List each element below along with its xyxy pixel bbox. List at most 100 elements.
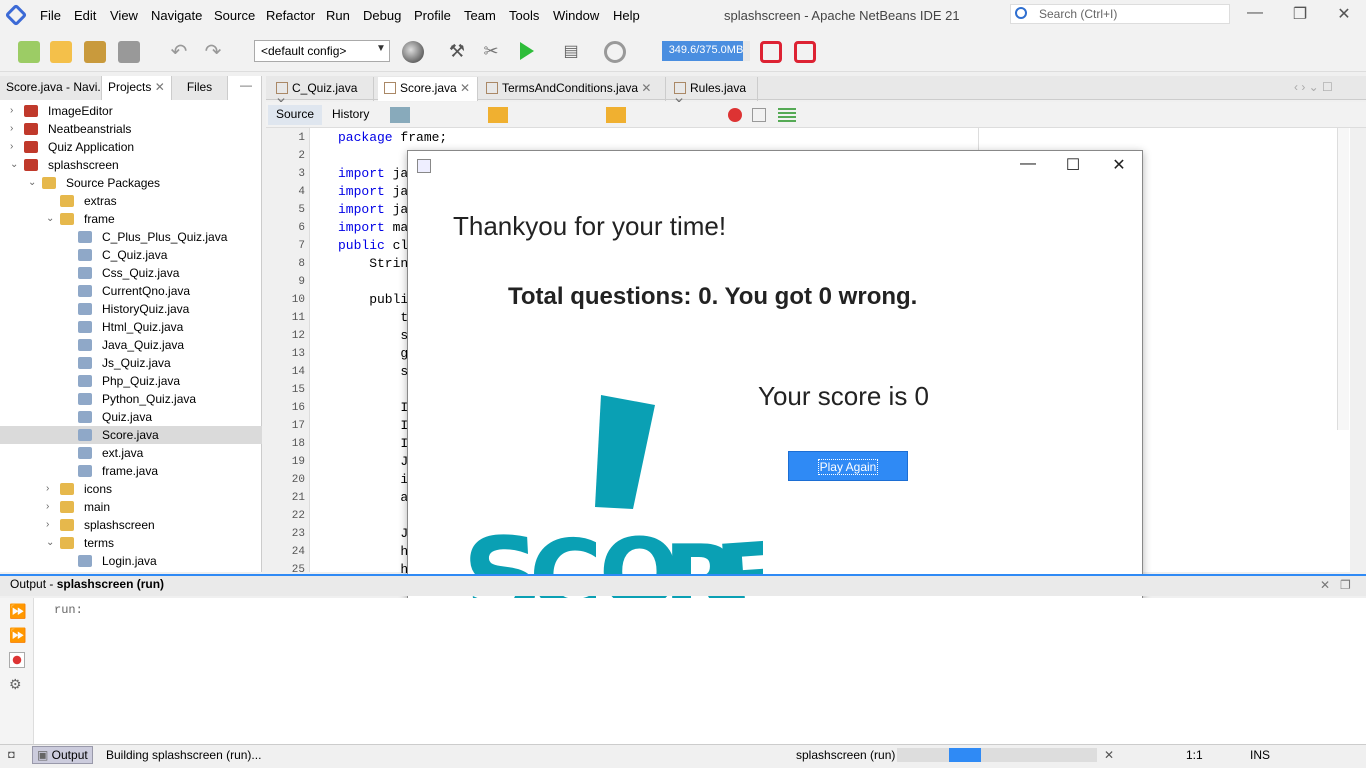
new-file-icon[interactable]: [18, 41, 40, 63]
dialog-minimize-icon[interactable]: —: [1013, 155, 1043, 173]
tree-item[interactable]: › icons: [0, 480, 262, 498]
memory-indicator[interactable]: 349.6/375.0MB: [662, 41, 750, 61]
record-macro-icon[interactable]: [728, 108, 742, 122]
cancel-task-icon[interactable]: ✕: [1104, 748, 1114, 762]
editor-tab-rules-java[interactable]: Rules.java ✕: [668, 77, 758, 109]
rerun-params-icon[interactable]: ⏩: [9, 627, 26, 643]
chevron-down-icon[interactable]: ⌄: [46, 534, 54, 552]
close-tab-icon[interactable]: ✕: [641, 81, 651, 95]
menu-file[interactable]: File: [40, 8, 61, 23]
stop-icon[interactable]: [9, 652, 25, 668]
editor-tab-score-java[interactable]: Score.java ✕: [378, 77, 478, 101]
new-project-icon[interactable]: [50, 41, 72, 63]
tree-item[interactable]: C_Plus_Plus_Quiz.java: [0, 228, 262, 246]
tree-item[interactable]: C_Quiz.java: [0, 246, 262, 264]
close-tab-icon[interactable]: ✕: [460, 81, 470, 95]
build-icon[interactable]: ⚒: [446, 41, 468, 63]
chevron-right-icon[interactable]: ›: [10, 102, 13, 120]
tree-item[interactable]: Login.java: [0, 552, 262, 570]
tree-item[interactable]: ⌄ splashscreen: [0, 156, 262, 174]
tree-item[interactable]: extras: [0, 192, 262, 210]
minimize-icon[interactable]: —: [1240, 4, 1270, 22]
tree-item[interactable]: Html_Quiz.java: [0, 318, 262, 336]
tree-item[interactable]: › Neatbeanstrials: [0, 120, 262, 138]
tab-files[interactable]: Files: [172, 76, 228, 100]
globe-icon[interactable]: [402, 41, 424, 63]
search-input[interactable]: Search (Ctrl+I): [1010, 4, 1230, 24]
stop-macro-icon[interactable]: [752, 108, 766, 122]
editor-tab-termsandconditions-java[interactable]: TermsAndConditions.java ✕: [480, 77, 666, 101]
chevron-right-icon[interactable]: ›: [10, 120, 13, 138]
output-maximize-icon[interactable]: ❐: [1340, 578, 1351, 592]
dialog-close-icon[interactable]: ✕: [1104, 155, 1134, 175]
tree-item[interactable]: ⌄ terms: [0, 534, 262, 552]
chevron-down-icon[interactable]: ⌄: [46, 210, 54, 228]
editor-scrollbar[interactable]: [1337, 128, 1349, 430]
format-icon[interactable]: [778, 108, 796, 122]
tree-item[interactable]: HistoryQuiz.java: [0, 300, 262, 318]
profiler-icon[interactable]: [794, 41, 816, 63]
clean-build-icon[interactable]: ✂: [480, 41, 502, 63]
profile-icon[interactable]: [604, 41, 626, 63]
tree-item[interactable]: › splashscreen: [0, 516, 262, 534]
config-select[interactable]: <default config>: [254, 40, 390, 62]
tree-item[interactable]: CurrentQno.java: [0, 282, 262, 300]
tree-item[interactable]: Css_Quiz.java: [0, 264, 262, 282]
menu-help[interactable]: Help: [613, 8, 640, 23]
tree-item[interactable]: ext.java: [0, 444, 262, 462]
output-close-icon[interactable]: ✕: [1320, 578, 1330, 592]
menu-run[interactable]: Run: [326, 8, 350, 23]
minimize-panel-icon[interactable]: —: [240, 78, 252, 92]
tab-projects[interactable]: Projects ✕: [102, 76, 172, 100]
tree-item[interactable]: Quiz.java: [0, 408, 262, 426]
save-all-icon[interactable]: [118, 41, 140, 63]
tree-item[interactable]: ⌄ frame: [0, 210, 262, 228]
open-project-icon[interactable]: [84, 41, 106, 63]
output-status-tab[interactable]: ▣ Output: [32, 746, 93, 764]
menu-navigate[interactable]: Navigate: [151, 8, 202, 23]
restore-icon[interactable]: ❐: [1285, 4, 1315, 24]
tree-item[interactable]: › ImageEditor: [0, 102, 262, 120]
settings-icon[interactable]: ⚙: [9, 676, 25, 692]
tree-item[interactable]: Score.java: [0, 426, 262, 444]
tree-item[interactable]: Php_Quiz.java: [0, 372, 262, 390]
redo-icon[interactable]: ↷: [202, 41, 224, 63]
menu-refactor[interactable]: Refactor: [266, 8, 315, 23]
tab-scroll-icon[interactable]: ‹ › ⌄ ☐: [1294, 80, 1333, 94]
menu-edit[interactable]: Edit: [74, 8, 96, 23]
tree-item[interactable]: › main: [0, 498, 262, 516]
play-again-button[interactable]: Play Again: [788, 451, 908, 481]
dialog-maximize-icon[interactable]: ☐: [1058, 155, 1088, 175]
menu-tools[interactable]: Tools: [509, 8, 539, 23]
tree-item[interactable]: Python_Quiz.java: [0, 390, 262, 408]
source-button[interactable]: Source: [268, 105, 323, 125]
find-icon[interactable]: [488, 107, 508, 123]
tree-item[interactable]: Java_Quiz.java: [0, 336, 262, 354]
menu-window[interactable]: Window: [553, 8, 599, 23]
menu-team[interactable]: Team: [464, 8, 496, 23]
history-button[interactable]: History: [324, 105, 377, 125]
chevron-right-icon[interactable]: ›: [46, 498, 49, 516]
run-icon[interactable]: [520, 42, 534, 60]
menu-view[interactable]: View: [110, 8, 138, 23]
chevron-right-icon[interactable]: ›: [46, 480, 49, 498]
chevron-down-icon[interactable]: ⌄: [28, 174, 36, 192]
tree-item[interactable]: Js_Quiz.java: [0, 354, 262, 372]
output-console[interactable]: [34, 598, 1366, 744]
undo-icon[interactable]: ↶: [168, 41, 190, 63]
tree-item[interactable]: › Quiz Application: [0, 138, 262, 156]
notifications-icon[interactable]: ◘: [8, 749, 15, 761]
menu-profile[interactable]: Profile: [414, 8, 451, 23]
gc-icon[interactable]: [760, 41, 782, 63]
menu-source[interactable]: Source: [214, 8, 255, 23]
tree-item[interactable]: ⌄ Source Packages: [0, 174, 262, 192]
chevron-down-icon[interactable]: ⌄: [10, 156, 18, 174]
chevron-right-icon[interactable]: ›: [10, 138, 13, 156]
tree-item[interactable]: frame.java: [0, 462, 262, 480]
rerun-icon[interactable]: ⏩: [9, 603, 26, 619]
menu-debug[interactable]: Debug: [363, 8, 401, 23]
last-edit-icon[interactable]: [390, 107, 410, 123]
debug-icon[interactable]: ▤: [560, 41, 582, 63]
editor-tab-c-quiz-java[interactable]: C_Quiz.java ✕: [270, 77, 374, 109]
close-icon[interactable]: ✕: [1329, 4, 1359, 24]
